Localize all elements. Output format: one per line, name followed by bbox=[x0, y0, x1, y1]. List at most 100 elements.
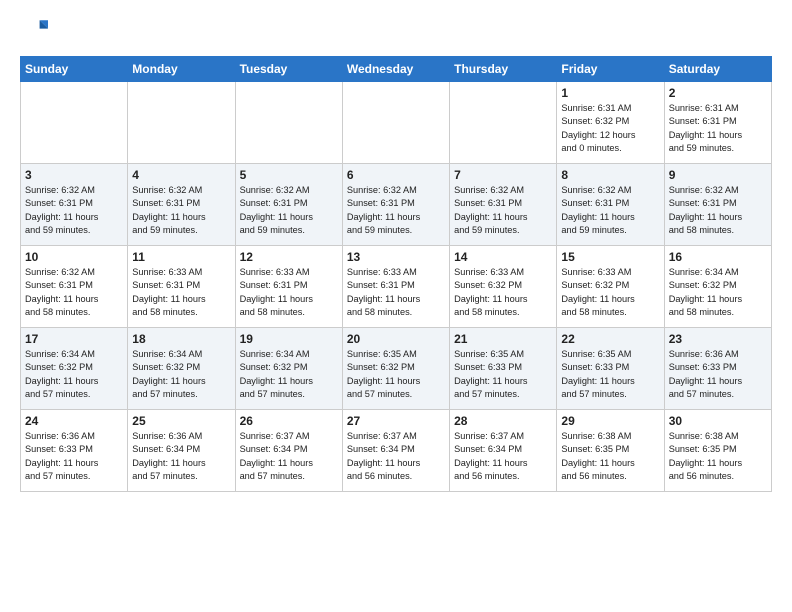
day-cell-13: 13 Sunrise: 6:33 AMSunset: 6:31 PMDayligh… bbox=[342, 246, 449, 328]
day-number: 17 bbox=[25, 332, 123, 346]
day-info: Sunrise: 6:35 AMSunset: 6:33 PMDaylight:… bbox=[561, 348, 659, 401]
day-cell-25: 25 Sunrise: 6:36 AMSunset: 6:34 PMDayligh… bbox=[128, 410, 235, 492]
day-number: 21 bbox=[454, 332, 552, 346]
day-cell-1: 1 Sunrise: 6:31 AMSunset: 6:32 PMDaylight… bbox=[557, 82, 664, 164]
day-number: 18 bbox=[132, 332, 230, 346]
day-number: 25 bbox=[132, 414, 230, 428]
day-cell-6: 6 Sunrise: 6:32 AMSunset: 6:31 PMDaylight… bbox=[342, 164, 449, 246]
weekday-header-saturday: Saturday bbox=[664, 57, 771, 82]
weekday-header-wednesday: Wednesday bbox=[342, 57, 449, 82]
day-info: Sunrise: 6:33 AMSunset: 6:32 PMDaylight:… bbox=[561, 266, 659, 319]
day-cell-3: 3Sunrise: 6:32 AMSunset: 6:31 PMDaylight… bbox=[21, 164, 128, 246]
weekday-header-thursday: Thursday bbox=[450, 57, 557, 82]
day-info: Sunrise: 6:32 AMSunset: 6:31 PMDaylight:… bbox=[454, 184, 552, 237]
day-cell-14: 14 Sunrise: 6:33 AMSunset: 6:32 PMDayligh… bbox=[450, 246, 557, 328]
day-number: 8 bbox=[561, 168, 659, 182]
day-number: 10 bbox=[25, 250, 123, 264]
day-cell-28: 28 Sunrise: 6:37 AMSunset: 6:34 PMDayligh… bbox=[450, 410, 557, 492]
day-cell-4: 4 Sunrise: 6:32 AMSunset: 6:31 PMDaylight… bbox=[128, 164, 235, 246]
day-info: Sunrise: 6:34 AMSunset: 6:32 PMDaylight:… bbox=[25, 348, 123, 401]
day-number: 4 bbox=[132, 168, 230, 182]
week-row-2: 3 Sunrise: 6:32 AMSunset: 6:31 PMDaylight… bbox=[21, 164, 772, 246]
page: SundayMondayTuesdayWednesdayThursdayFrid… bbox=[0, 0, 792, 502]
day-cell-5: 5Sunrise: 6:32 AMSunset: 6:31 PMDaylight… bbox=[235, 164, 342, 246]
day-number: 28 bbox=[454, 414, 552, 428]
day-number: 9 bbox=[669, 168, 767, 182]
day-cell-8: 8 Sunrise: 6:32 AMSunset: 6:31 PMDaylight… bbox=[557, 164, 664, 246]
day-number: 13 bbox=[347, 250, 445, 264]
day-info: Sunrise: 6:36 AMSunset: 6:33 PMDaylight:… bbox=[25, 430, 123, 483]
logo-icon bbox=[20, 16, 48, 44]
day-cell-12: 12Sunrise: 6:33 AMSunset: 6:31 PMDayligh… bbox=[235, 246, 342, 328]
day-cell-9: 9 Sunrise: 6:32 AMSunset: 6:31 PMDaylight… bbox=[664, 164, 771, 246]
day-number: 19 bbox=[240, 332, 338, 346]
day-info: Sunrise: 6:34 AMSunset: 6:32 PMDaylight:… bbox=[669, 266, 767, 319]
day-info: Sunrise: 6:32 AMSunset: 6:31 PMDaylight:… bbox=[669, 184, 767, 237]
day-cell-16: 16Sunrise: 6:34 AMSunset: 6:32 PMDayligh… bbox=[664, 246, 771, 328]
day-number: 1 bbox=[561, 86, 659, 100]
day-cell-29: 29 Sunrise: 6:38 AMSunset: 6:35 PMDayligh… bbox=[557, 410, 664, 492]
day-info: Sunrise: 6:37 AMSunset: 6:34 PMDaylight:… bbox=[454, 430, 552, 483]
day-info: Sunrise: 6:33 AMSunset: 6:31 PMDaylight:… bbox=[132, 266, 230, 319]
day-number: 26 bbox=[240, 414, 338, 428]
day-info: Sunrise: 6:31 AMSunset: 6:32 PMDaylight:… bbox=[561, 102, 659, 155]
day-info: Sunrise: 6:32 AMSunset: 6:31 PMDaylight:… bbox=[347, 184, 445, 237]
empty-cell bbox=[235, 82, 342, 164]
weekday-header-monday: Monday bbox=[128, 57, 235, 82]
day-number: 30 bbox=[669, 414, 767, 428]
day-number: 15 bbox=[561, 250, 659, 264]
day-info: Sunrise: 6:32 AMSunset: 6:31 PMDaylight:… bbox=[561, 184, 659, 237]
day-cell-11: 11 Sunrise: 6:33 AMSunset: 6:31 PMDayligh… bbox=[128, 246, 235, 328]
week-row-4: 17 Sunrise: 6:34 AMSunset: 6:32 PMDayligh… bbox=[21, 328, 772, 410]
empty-cell bbox=[450, 82, 557, 164]
day-info: Sunrise: 6:35 AMSunset: 6:33 PMDaylight:… bbox=[454, 348, 552, 401]
day-info: Sunrise: 6:32 AMSunset: 6:31 PMDaylight:… bbox=[132, 184, 230, 237]
day-info: Sunrise: 6:32 AMSunset: 6:31 PMDaylight:… bbox=[240, 184, 338, 237]
day-info: Sunrise: 6:35 AMSunset: 6:32 PMDaylight:… bbox=[347, 348, 445, 401]
day-info: Sunrise: 6:37 AMSunset: 6:34 PMDaylight:… bbox=[347, 430, 445, 483]
day-info: Sunrise: 6:33 AMSunset: 6:32 PMDaylight:… bbox=[454, 266, 552, 319]
day-cell-26: 26 Sunrise: 6:37 AMSunset: 6:34 PMDayligh… bbox=[235, 410, 342, 492]
day-number: 3 bbox=[25, 168, 123, 182]
week-row-3: 10 Sunrise: 6:32 AMSunset: 6:31 PMDayligh… bbox=[21, 246, 772, 328]
day-cell-22: 22 Sunrise: 6:35 AMSunset: 6:33 PMDayligh… bbox=[557, 328, 664, 410]
day-cell-19: 19 Sunrise: 6:34 AMSunset: 6:32 PMDayligh… bbox=[235, 328, 342, 410]
day-info: Sunrise: 6:33 AMSunset: 6:31 PMDaylight:… bbox=[240, 266, 338, 319]
day-cell-23: 23 Sunrise: 6:36 AMSunset: 6:33 PMDayligh… bbox=[664, 328, 771, 410]
day-info: Sunrise: 6:36 AMSunset: 6:34 PMDaylight:… bbox=[132, 430, 230, 483]
weekday-header-tuesday: Tuesday bbox=[235, 57, 342, 82]
day-cell-17: 17 Sunrise: 6:34 AMSunset: 6:32 PMDayligh… bbox=[21, 328, 128, 410]
day-number: 29 bbox=[561, 414, 659, 428]
day-number: 6 bbox=[347, 168, 445, 182]
day-info: Sunrise: 6:37 AMSunset: 6:34 PMDaylight:… bbox=[240, 430, 338, 483]
day-number: 14 bbox=[454, 250, 552, 264]
day-number: 7 bbox=[454, 168, 552, 182]
day-cell-18: 18 Sunrise: 6:34 AMSunset: 6:32 PMDayligh… bbox=[128, 328, 235, 410]
day-info: Sunrise: 6:33 AMSunset: 6:31 PMDaylight:… bbox=[347, 266, 445, 319]
day-info: Sunrise: 6:32 AMSunset: 6:31 PMDaylight:… bbox=[25, 266, 123, 319]
day-info: Sunrise: 6:31 AMSunset: 6:31 PMDaylight:… bbox=[669, 102, 767, 155]
weekday-header-row: SundayMondayTuesdayWednesdayThursdayFrid… bbox=[21, 57, 772, 82]
day-number: 23 bbox=[669, 332, 767, 346]
day-number: 2 bbox=[669, 86, 767, 100]
header bbox=[20, 16, 772, 44]
day-info: Sunrise: 6:34 AMSunset: 6:32 PMDaylight:… bbox=[240, 348, 338, 401]
week-row-1: 1 Sunrise: 6:31 AMSunset: 6:32 PMDaylight… bbox=[21, 82, 772, 164]
day-cell-24: 24 Sunrise: 6:36 AMSunset: 6:33 PMDayligh… bbox=[21, 410, 128, 492]
weekday-header-friday: Friday bbox=[557, 57, 664, 82]
day-number: 11 bbox=[132, 250, 230, 264]
day-number: 20 bbox=[347, 332, 445, 346]
day-number: 24 bbox=[25, 414, 123, 428]
empty-cell bbox=[128, 82, 235, 164]
day-number: 22 bbox=[561, 332, 659, 346]
day-info: Sunrise: 6:36 AMSunset: 6:33 PMDaylight:… bbox=[669, 348, 767, 401]
day-info: Sunrise: 6:34 AMSunset: 6:32 PMDaylight:… bbox=[132, 348, 230, 401]
day-cell-30: 30 Sunrise: 6:38 AMSunset: 6:35 PMDayligh… bbox=[664, 410, 771, 492]
day-cell-7: 7 Sunrise: 6:32 AMSunset: 6:31 PMDaylight… bbox=[450, 164, 557, 246]
day-cell-2: 2 Sunrise: 6:31 AMSunset: 6:31 PMDaylight… bbox=[664, 82, 771, 164]
day-info: Sunrise: 6:38 AMSunset: 6:35 PMDaylight:… bbox=[561, 430, 659, 483]
day-info: Sunrise: 6:38 AMSunset: 6:35 PMDaylight:… bbox=[669, 430, 767, 483]
day-cell-15: 15 Sunrise: 6:33 AMSunset: 6:32 PMDayligh… bbox=[557, 246, 664, 328]
day-cell-10: 10 Sunrise: 6:32 AMSunset: 6:31 PMDayligh… bbox=[21, 246, 128, 328]
day-cell-20: 20 Sunrise: 6:35 AMSunset: 6:32 PMDayligh… bbox=[342, 328, 449, 410]
